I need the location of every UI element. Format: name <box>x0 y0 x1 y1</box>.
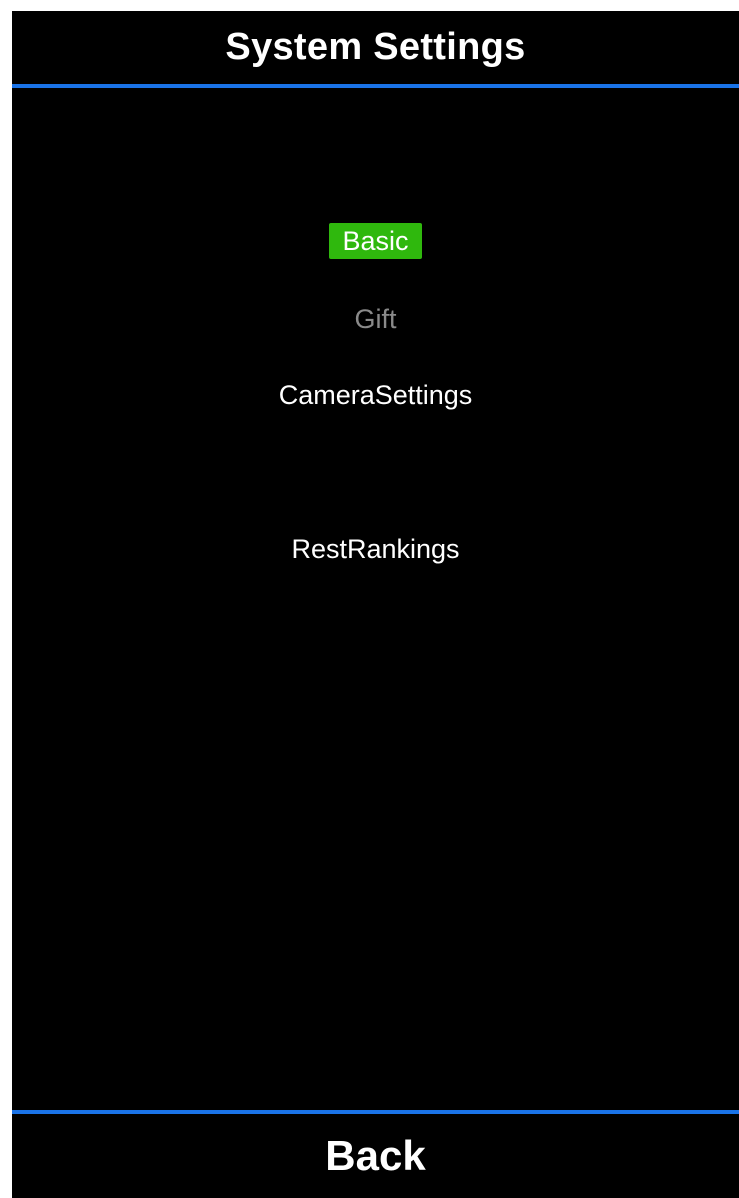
page-title: System Settings <box>225 26 526 68</box>
back-button[interactable]: Back <box>12 1114 739 1198</box>
menu-item-label: CameraSettings <box>278 380 473 410</box>
menu-item-gift[interactable]: Gift <box>12 301 739 337</box>
settings-screen: System Settings Basic Gift CameraSetting… <box>12 11 739 1198</box>
header-bar: System Settings <box>12 11 739 84</box>
header-divider <box>12 84 739 88</box>
back-button-label: Back <box>325 1132 426 1179</box>
menu-item-label: Basic <box>329 223 422 259</box>
menu-item-label: RestRankings <box>291 534 460 564</box>
menu-item-camera-settings[interactable]: CameraSettings <box>12 377 739 413</box>
menu-item-rest-rankings[interactable]: RestRankings <box>12 531 739 567</box>
menu-item-basic[interactable]: Basic <box>12 223 739 259</box>
menu-item-label: Gift <box>354 304 397 334</box>
